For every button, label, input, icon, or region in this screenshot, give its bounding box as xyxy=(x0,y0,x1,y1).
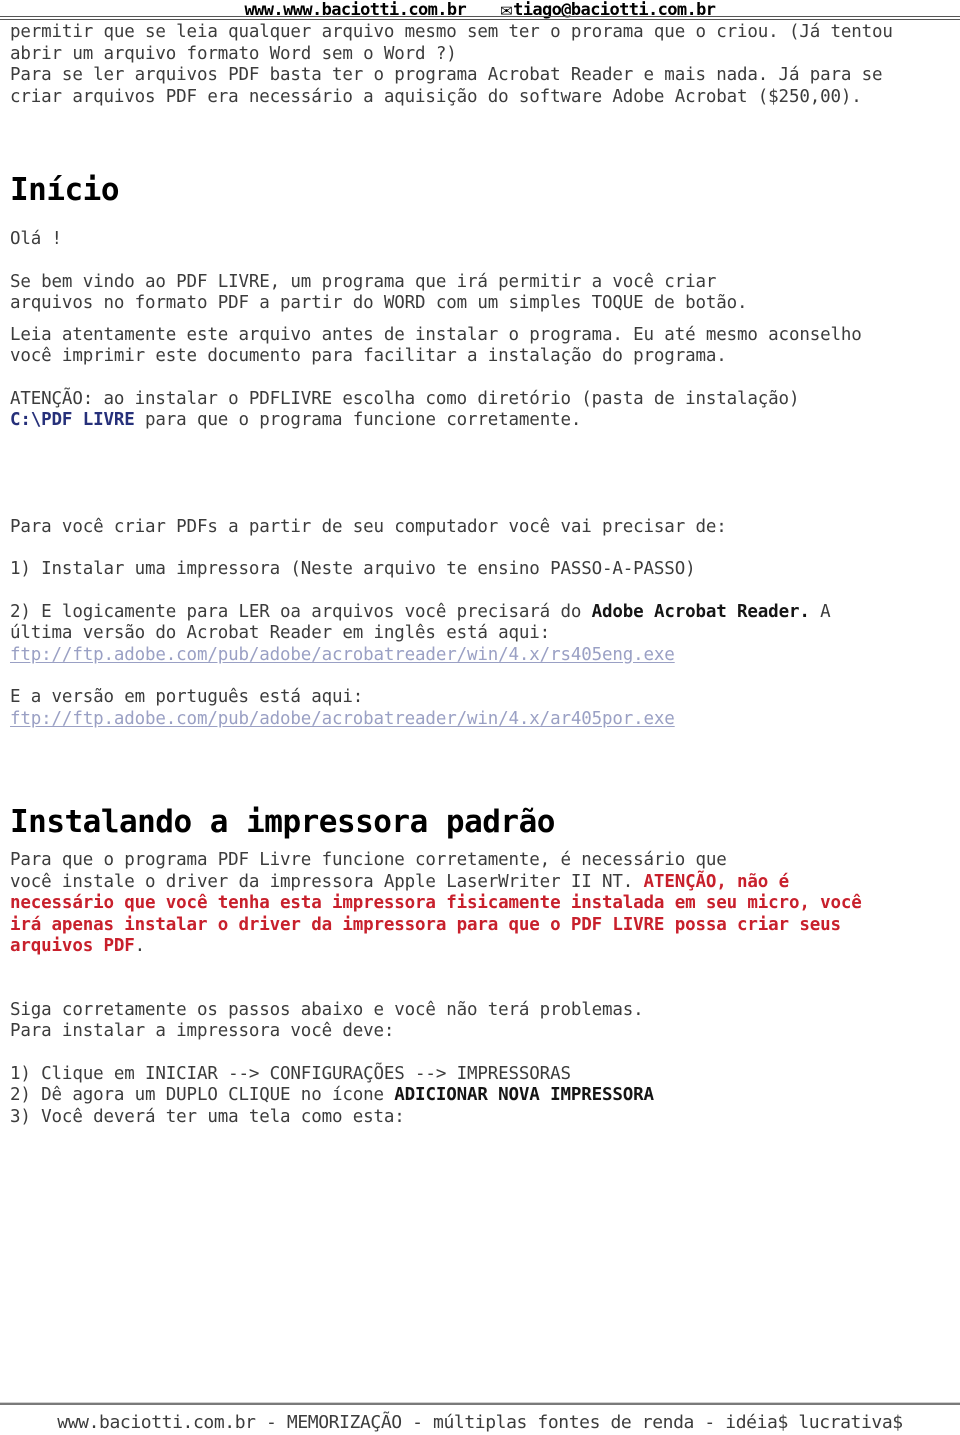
document-body: permitir que se leia qualquer arquivo me… xyxy=(10,22,952,1128)
welcome-line-1: Se bem vindo ao PDF LIVRE, um programa q… xyxy=(10,271,717,292)
requirements-intro: Para você criar PDFs a partir de seu com… xyxy=(10,516,727,537)
intro-paragraph: permitir que se leia qualquer arquivo me… xyxy=(10,22,952,108)
requirement-item-2-line-2: última versão do Acrobat Reader em inglê… xyxy=(10,623,551,643)
footer-divider xyxy=(0,1402,960,1405)
attention-directory-paragraph: ATENÇÃO: ao instalar o PDFLIVRE escolha … xyxy=(10,389,952,432)
steps-intro-paragraph: Siga corretamente os passos abaixo e voc… xyxy=(10,1000,952,1043)
requirement-item-2-prefix: 2) E logicamente para LER oa arquivos vo… xyxy=(10,601,592,622)
warning-text-part-4: arquivos PDF xyxy=(10,936,135,956)
requirement-item-2: 2) E logicamente para LER oa arquivos vo… xyxy=(10,602,952,667)
requirement-item-2-suffix: A xyxy=(809,601,831,622)
warning-text-part-3: irá apenas instalar o driver da impresso… xyxy=(10,914,841,935)
welcome-paragraph: Se bem vindo ao PDF LIVRE, um programa q… xyxy=(10,272,952,315)
intro-line-1: permitir que se leia qualquer arquivo me… xyxy=(10,22,893,42)
steps-intro-line-2: Para instalar a impressora você deve: xyxy=(10,1021,395,1041)
read-carefully-line-1: Leia atentamente este arquivo antes de i… xyxy=(10,324,862,345)
step-item-2-prefix: 2) Dê agora um DUPLO CLIQUE no ícone xyxy=(10,1085,395,1105)
steps-list: 1) Clique em INICIAR --> CONFIGURAÇÕES -… xyxy=(10,1064,952,1129)
welcome-line-2: arquivos no formato PDF a partir do WORD… xyxy=(10,293,748,313)
acrobat-reader-bold: Adobe Acrobat Reader. xyxy=(591,601,810,622)
section-heading-inicio: Início xyxy=(10,172,119,208)
document-page: www.www.baciotti.com.br ✉tiago@baciotti.c… xyxy=(0,0,960,1433)
requirement-item-2-line-1: 2) E logicamente para LER oa arquivos vo… xyxy=(10,602,952,624)
requirement-item-1: 1) Instalar uma impressora (Neste arquiv… xyxy=(10,559,696,579)
attention-directory-tail: para que o programa funcione corretament… xyxy=(134,410,582,430)
link-row-en: ftp://ftp.adobe.com/pub/adobe/acrobatrea… xyxy=(10,645,952,667)
steps-intro-line-1: Siga corretamente os passos abaixo e voc… xyxy=(10,999,644,1020)
warning-text-period: . xyxy=(134,936,146,956)
warning-text-part-2: necessário que você tenha esta impressor… xyxy=(10,893,862,913)
download-link-portuguese[interactable]: ftp://ftp.adobe.com/pub/adobe/acrobatrea… xyxy=(10,709,675,729)
link-row-pt: ftp://ftp.adobe.com/pub/adobe/acrobatrea… xyxy=(10,709,952,731)
header-divider xyxy=(0,16,960,20)
page-footer: www.baciotti.com.br - MEMORIZAÇÃO - múlt… xyxy=(57,1412,903,1433)
read-carefully-line-2: você imprimir este documento para facili… xyxy=(10,346,727,366)
printer-driver-line-2: você instale o driver da impressora Appl… xyxy=(10,872,952,894)
greeting-text: Olá ! xyxy=(10,229,62,249)
read-carefully-paragraph: Leia atentamente este arquivo antes de i… xyxy=(10,325,952,368)
step-item-1: 1) Clique em INICIAR --> CONFIGURAÇÕES -… xyxy=(10,1063,571,1084)
attention-directory-line-1: ATENÇÃO: ao instalar o PDFLIVRE escolha … xyxy=(10,388,800,409)
section-heading-instalando: Instalando a impressora padrão xyxy=(10,804,555,840)
printer-driver-paragraph: Para que o programa PDF Livre funcione c… xyxy=(10,850,952,958)
step-item-3: 3) Você deverá ter uma tela como esta: xyxy=(10,1106,405,1127)
warning-text-part-1: ATENÇÃO, não é xyxy=(643,871,790,892)
intro-line-2: abrir um arquivo formato Word sem o Word… xyxy=(10,43,457,64)
warning-text-part-4-row: arquivos PDF. xyxy=(10,936,952,958)
portuguese-version-line-1: E a versão em português está aqui: xyxy=(10,687,364,707)
printer-driver-line-2-prefix: você instale o driver da impressora Appl… xyxy=(10,871,644,892)
install-path-value: C:\PDF LIVRE xyxy=(10,410,135,430)
attention-directory-line-2: C:\PDF LIVRE para que o programa funcion… xyxy=(10,410,952,432)
download-link-english[interactable]: ftp://ftp.adobe.com/pub/adobe/acrobatrea… xyxy=(10,645,675,665)
add-printer-icon-label: ADICIONAR NOVA IMPRESSORA xyxy=(394,1085,654,1105)
intro-line-4: criar arquivos PDF era necessário a aqui… xyxy=(10,86,862,107)
step-item-2: 2) Dê agora um DUPLO CLIQUE no ícone ADI… xyxy=(10,1085,952,1107)
intro-line-3: Para se ler arquivos PDF basta ter o pro… xyxy=(10,65,883,85)
printer-driver-line-1: Para que o programa PDF Livre funcione c… xyxy=(10,850,727,870)
portuguese-version-paragraph: E a versão em português está aqui: ftp:/… xyxy=(10,687,952,730)
